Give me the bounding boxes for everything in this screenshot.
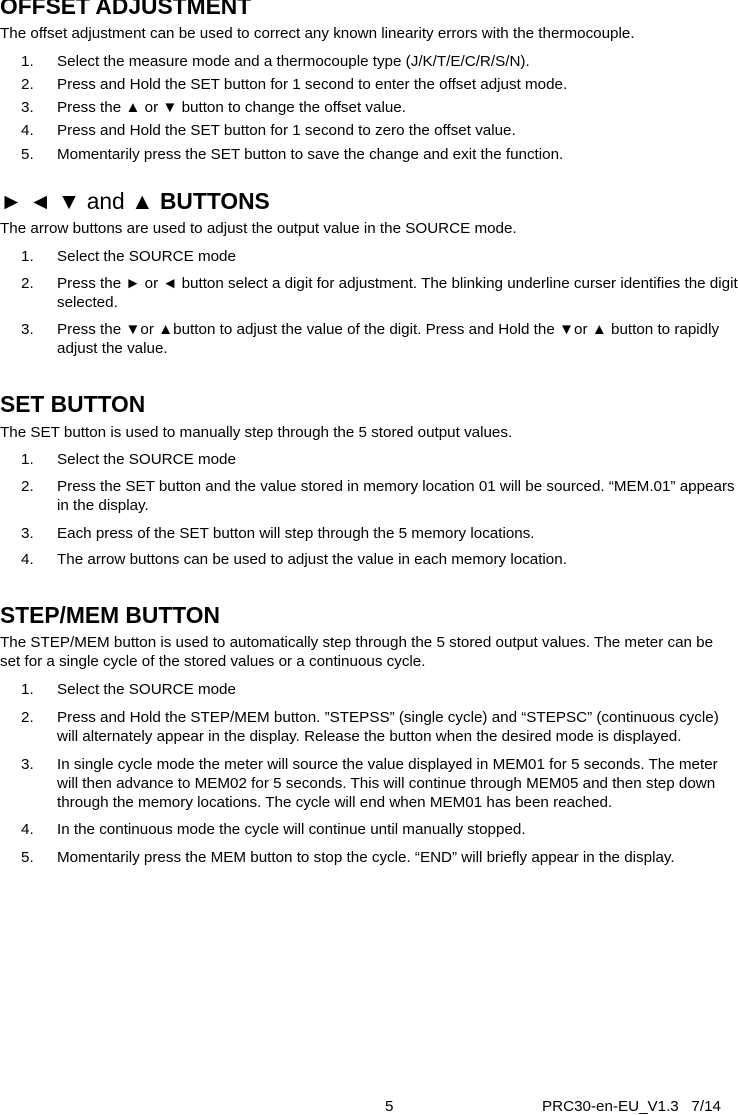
list-item: 1. Select the measure mode and a thermoco…	[0, 52, 738, 71]
list-item: 5. Momentarily press the SET button to sa…	[0, 145, 738, 164]
item-number: 2.	[21, 709, 34, 726]
item-text: Select the SOURCE mode	[57, 451, 236, 468]
item-number: 1.	[21, 53, 34, 70]
item-number: 2.	[21, 478, 34, 495]
section-intro: The STEP/MEM button is used to automatic…	[0, 634, 714, 670]
list-item: 4. The arrow buttons can be used to adjus…	[0, 550, 738, 569]
item-number: 3.	[21, 756, 34, 773]
steps-list: 1. Select the SOURCE mode 2. Press the ► o…	[0, 247, 738, 358]
item-number: 4.	[21, 122, 34, 139]
item-text: Select the measure mode and a thermocoup…	[57, 53, 530, 70]
list-item: 3. Press the ▼or ▲button to adjust the va…	[0, 320, 738, 358]
item-text: The arrow buttons can be used to adjust …	[57, 551, 567, 568]
list-item: 2. Press the SET button and the value sto…	[0, 477, 738, 515]
item-text: Each press of the SET button will step t…	[57, 525, 535, 542]
section-arrow-buttons: ► ◄ ▼ and ▲ BUTTONS The arrow buttons ar…	[0, 190, 738, 358]
item-text: Press the ▲ or ▼ button to change the of…	[57, 99, 406, 116]
item-number: 3.	[21, 99, 34, 116]
list-item: 1. Select the SOURCE mode	[0, 680, 738, 699]
list-item: 3. In single cycle mode the meter will so…	[0, 755, 738, 812]
list-item: 1. Select the SOURCE mode	[0, 247, 738, 266]
list-item: 2. Press and Hold the STEP/MEM button. ”S…	[0, 708, 738, 746]
item-number: 2.	[21, 76, 34, 93]
item-number: 5.	[21, 146, 34, 163]
heading-text: BUTTONS	[159, 188, 270, 214]
page-number: 5	[385, 1098, 394, 1115]
section-offset-adjustment: OFFSET ADJUSTMENT The offset adjustment …	[0, 0, 738, 164]
section-heading: ► ◄ ▼ and ▲ BUTTONS	[0, 190, 738, 213]
item-number: 1.	[21, 681, 34, 698]
item-number: 1.	[21, 248, 34, 265]
section-step-mem-button: STEP/MEM BUTTON The STEP/MEM button is u…	[0, 602, 738, 867]
item-text: Press the ► or ◄ button select a digit f…	[57, 275, 738, 311]
section-intro: The arrow buttons are used to adjust the…	[0, 220, 517, 237]
section-heading: SET BUTTON	[0, 391, 146, 417]
item-text: In single cycle mode the meter will sour…	[57, 756, 718, 811]
item-text: Press and Hold the SET button for 1 seco…	[57, 76, 568, 93]
steps-list: 1. Select the SOURCE mode 2. Press the SET…	[0, 450, 738, 569]
steps-list: 1. Select the measure mode and a thermoco…	[0, 52, 738, 164]
item-text: Momentarily press the MEM button to stop…	[57, 849, 675, 866]
section-intro: The offset adjustment can be used to cor…	[0, 25, 635, 42]
item-text: Select the SOURCE mode	[57, 248, 236, 265]
list-item: 1. Select the SOURCE mode	[0, 450, 738, 469]
item-number: 3.	[21, 321, 34, 338]
list-item: 2. Press the ► or ◄ button select a digit…	[0, 274, 738, 312]
list-item: 4. Press and Hold the SET button for 1 se…	[0, 121, 738, 140]
item-text: Press and Hold the SET button for 1 seco…	[57, 122, 516, 139]
item-text: Momentarily press the SET button to save…	[57, 146, 564, 163]
section-heading: STEP/MEM BUTTON	[0, 602, 220, 628]
item-text: Press the ▼or ▲button to adjust the valu…	[57, 321, 720, 357]
item-number: 4.	[21, 551, 34, 568]
list-item: 2. Press and Hold the SET button for 1 se…	[0, 75, 738, 94]
item-number: 1.	[21, 451, 34, 468]
item-number: 4.	[21, 821, 34, 838]
section-set-button: SET BUTTON The SET button is used to man…	[0, 391, 738, 569]
steps-list: 1. Select the SOURCE mode 2. Press and Hol…	[0, 680, 738, 867]
list-item: 5. Momentarily press the MEM button to st…	[0, 848, 738, 867]
item-text: In the continuous mode the cycle will co…	[57, 821, 526, 838]
item-text: Press the SET button and the value store…	[57, 478, 735, 514]
list-item: 3. Press the ▲ or ▼ button to change the …	[0, 98, 738, 117]
item-text: Press and Hold the STEP/MEM button. ”STE…	[57, 709, 719, 745]
item-number: 3.	[21, 525, 34, 542]
item-number: 5.	[21, 849, 34, 866]
section-intro: The SET button is used to manually step …	[0, 424, 513, 441]
list-item: 3. Each press of the SET button will step…	[0, 524, 738, 543]
item-number: 2.	[21, 275, 34, 292]
arrow-icons: ► ◄ ▼ and ▲	[0, 188, 160, 214]
document-id: PRC30-en-EU_V1.3 7/14	[542, 1098, 721, 1115]
item-text: Select the SOURCE mode	[57, 681, 236, 698]
section-heading: OFFSET ADJUSTMENT	[0, 0, 252, 19]
list-item: 4. In the continuous mode the cycle will …	[0, 820, 738, 839]
